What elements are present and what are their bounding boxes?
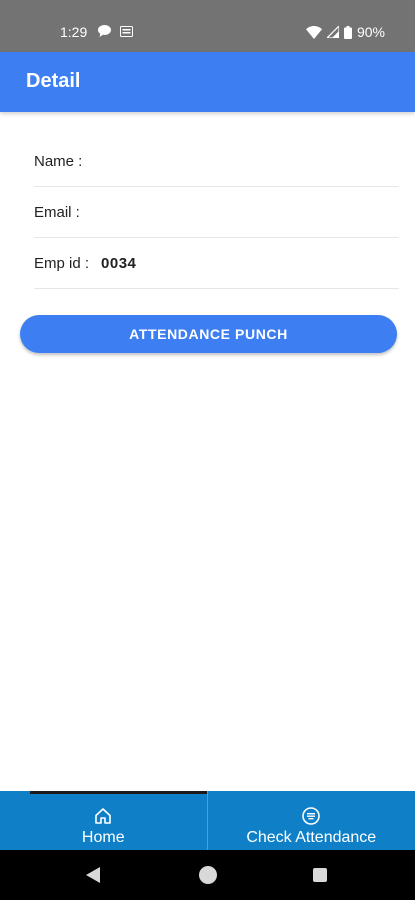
recent-apps-icon[interactable] [313,868,327,882]
emp-id-row: Emp id : 0034 [34,238,399,289]
battery-level: 90% [356,24,385,40]
emp-id-label: Emp id : [34,254,90,272]
status-bar: 1:29 90% [0,0,415,52]
nav-check-attendance-label: Check Attendance [246,829,377,846]
name-label: Name : [34,152,83,170]
email-row: Email : [34,187,399,238]
status-time: 1:29 [60,24,88,40]
emp-id-value: 0034 [101,254,137,272]
home-icon [95,808,112,824]
signal-icon [326,26,339,38]
notification-icons [98,25,133,37]
nav-home-label: Home [81,829,125,846]
bottom-nav: Home Check Attendance [0,791,415,850]
nav-home[interactable]: Home [0,791,208,850]
list-icon [302,807,321,825]
wifi-icon [305,25,322,39]
battery-icon [343,25,352,39]
news-icon [120,25,133,37]
attendance-punch-button[interactable]: ATTENDANCE PUNCH [20,315,397,353]
app-bar: Detail [0,52,415,112]
name-row: Name : [34,136,399,187]
status-right: 90% [305,24,385,40]
page-title: Detail [26,70,81,92]
detail-list: Name : Email : Emp id : 0034 [34,136,399,289]
nav-check-attendance[interactable]: Check Attendance [208,791,415,850]
system-nav-bar [0,850,415,900]
email-label: Email : [34,203,80,221]
home-button-icon[interactable] [199,866,217,884]
back-icon[interactable] [86,867,100,883]
active-tab-indicator [30,791,207,794]
chat-bubble-icon [98,25,111,37]
